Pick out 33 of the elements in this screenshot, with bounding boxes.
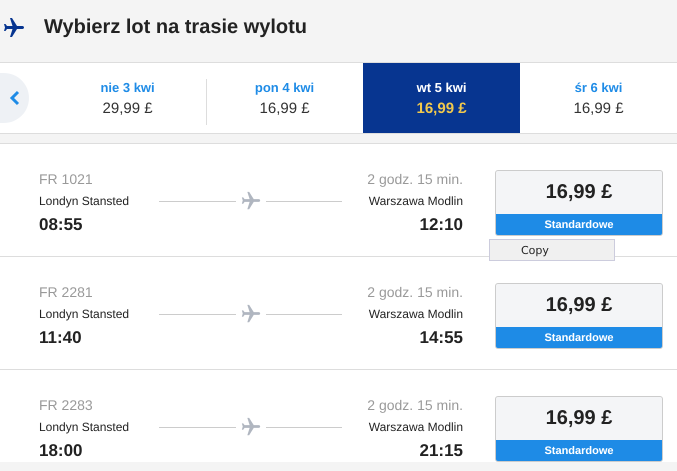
arrival-airport: Warszawa Modlin [368,307,463,321]
departure-time: 08:55 [39,215,84,235]
plane-icon [240,190,262,212]
flight-number: FR 1021 [39,171,94,187]
date-tab[interactable]: nie 3 kwi 29,99 £ [49,63,206,133]
fare-button[interactable]: 16,99 £ Standardowe [495,170,663,236]
flight-number: FR 2281 [39,284,94,300]
menu-item[interactable]: Copy [489,239,615,261]
previous-button[interactable] [0,73,30,123]
arrival-time: 21:15 [418,441,463,461]
departure-airport: Londyn Stansted [39,194,130,208]
flight-number: FR 2283 [39,397,94,413]
plane-icon [2,16,26,40]
fare-button[interactable]: 16,99 £ Standardowe [495,283,663,349]
chevron-left-icon [8,90,21,106]
page-title: Wybierz lot na trasie wylotu [44,16,308,39]
departure-time: 18:00 [39,441,84,461]
departure-airport: Londyn Stansted [39,420,130,434]
arrival-time: 12:10 [418,215,463,235]
arrival-airport: Warszawa Modlin [368,420,463,434]
plane-icon [240,416,262,438]
arrival-airport: Warszawa Modlin [368,194,463,208]
flight-duration: 2 godz. 15 min. [367,284,463,300]
departure-time: 11:40 [39,328,83,348]
flight-duration: 2 godz. 15 min. [367,171,463,187]
date-tab[interactable]: śr 6 kwi 16,99 £ [520,63,677,133]
date-tab[interactable]: pon 4 kwi 16,99 £ [206,63,364,133]
plane-icon [240,303,262,325]
date-tab[interactable]: wt 5 kwi 16,99 £ [363,63,520,133]
arrival-time: 14:55 [418,328,463,348]
fare-button[interactable]: 16,99 £ Standardowe [495,396,663,462]
departure-airport: Londyn Stansted [39,307,130,321]
flight-duration: 2 godz. 15 min. [367,397,463,413]
